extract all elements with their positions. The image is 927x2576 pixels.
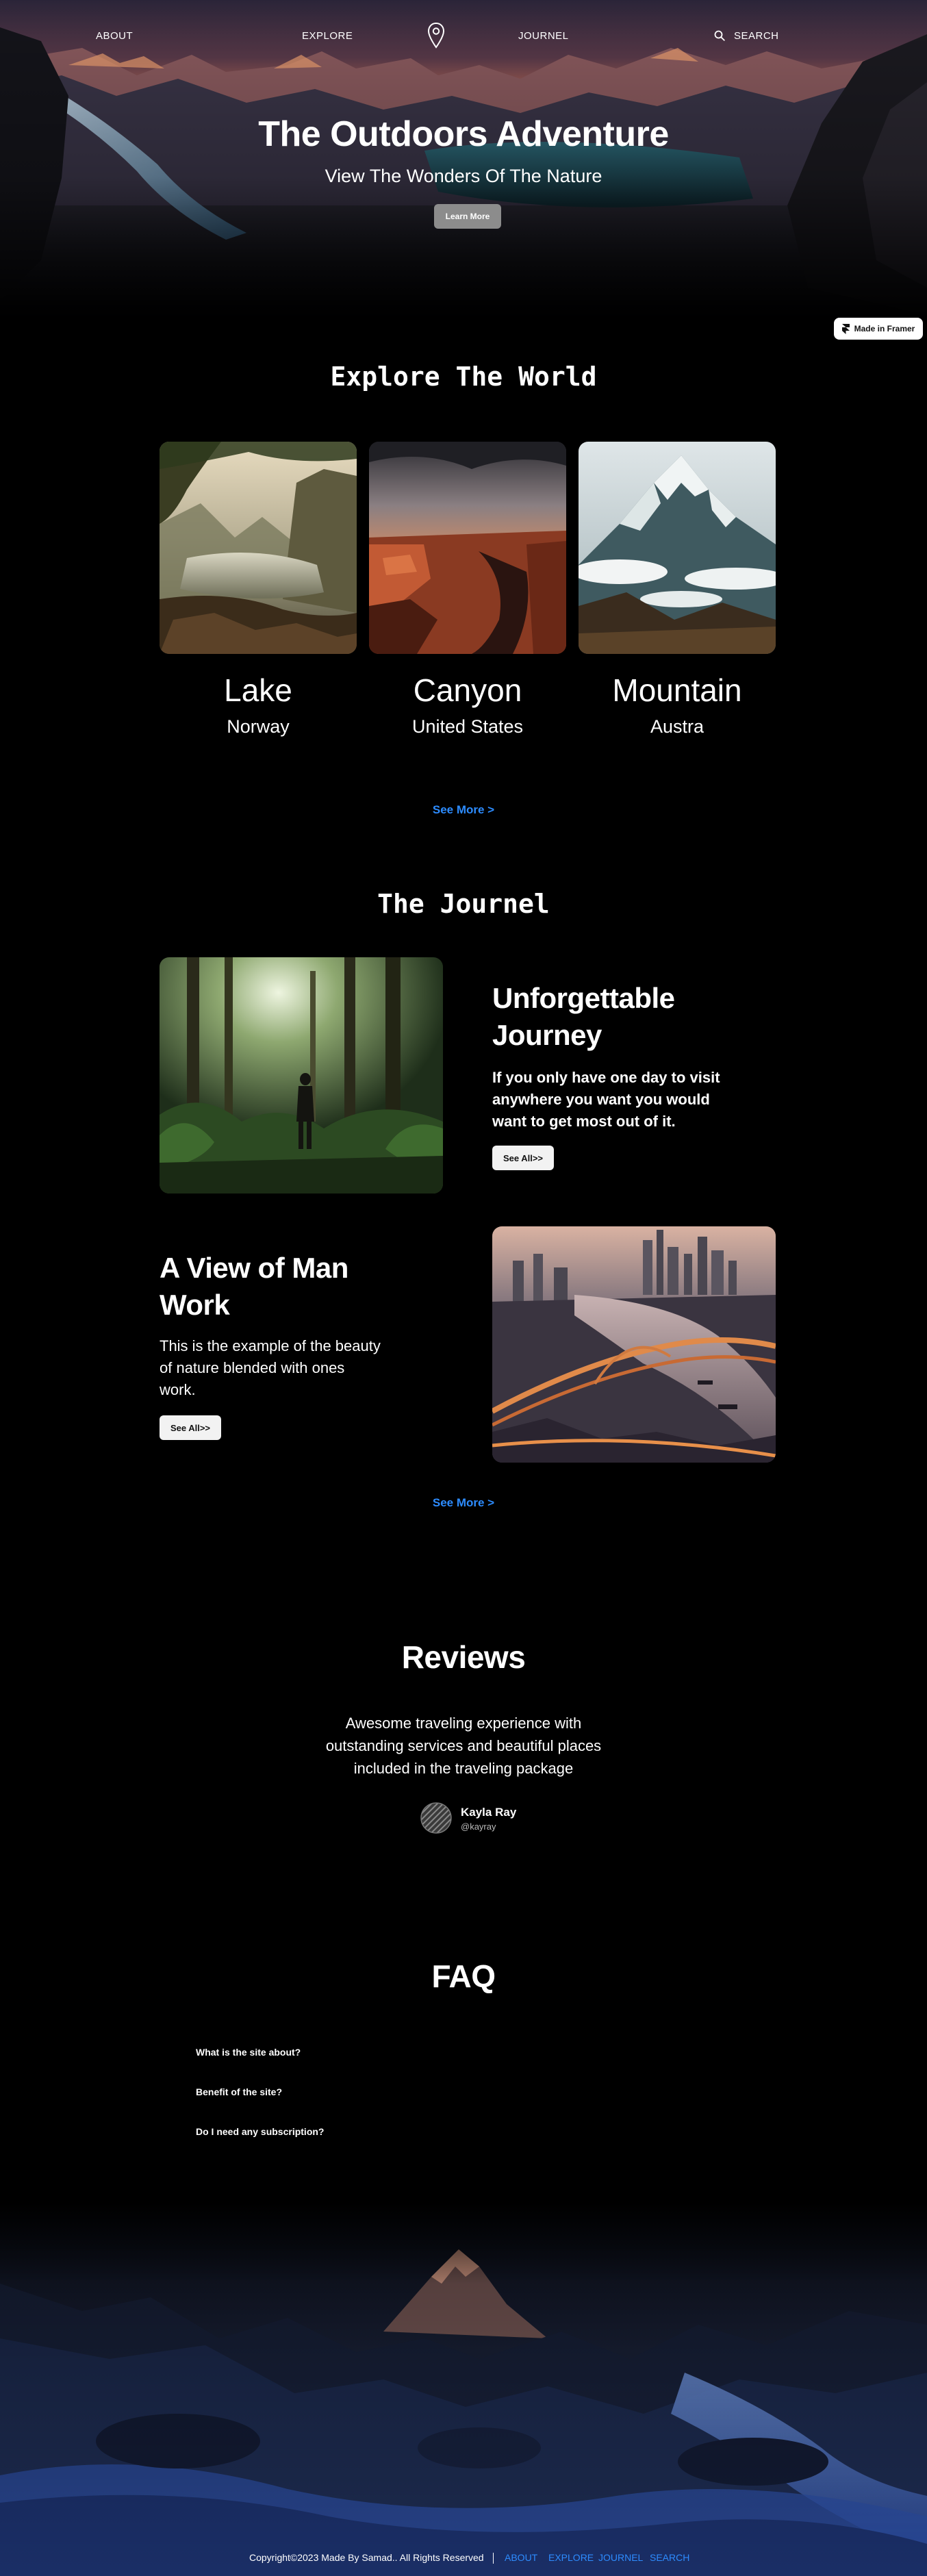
journal-see-more-link[interactable]: See More > [0,1496,927,1510]
made-in-framer-badge[interactable]: Made in Framer [834,318,923,340]
footer-journel-link[interactable]: JOURNEL [598,2552,643,2563]
man-work-text-line1: This is the example of the beauty [160,1337,381,1354]
footer-search-link[interactable]: SEARCH [650,2552,689,2563]
hero-subtitle: View The Wonders Of The Nature [325,166,602,186]
journey-see-all-button[interactable]: See All>> [492,1146,554,1170]
man-work-title-line1: A View of Man [160,1252,348,1284]
footer-explore-link[interactable]: EXPLORE [548,2552,594,2563]
faq-question[interactable]: Benefit of the site? [196,2086,282,2097]
mountain-card-image[interactable] [579,442,776,654]
lake-card-image[interactable] [160,442,357,654]
lake-card-location: Norway [227,716,290,737]
reviewer-avatar [420,1802,452,1834]
journey-title-line1: Unforgettable [492,982,675,1014]
nav-journel-link[interactable]: JOURNEL [518,30,569,42]
nav-explore-link[interactable]: EXPLORE [302,30,353,42]
man-work-text-line3: work. [160,1381,196,1398]
nav-about-link[interactable]: ABOUT [96,30,133,42]
top-nav: ABOUT EXPLORE JOURNEL SEARCH [0,0,927,72]
review-quote-line1: Awesome traveling experience with [345,1715,582,1732]
journey-text-line2: anywhere you want you would [492,1091,710,1108]
journal-heading: The Journel [377,889,550,919]
reviews-heading: Reviews [401,1639,526,1675]
footer-copyright: Copyright©2023 Made By Samad.. All Right… [249,2552,484,2563]
nav-search-link[interactable]: SEARCH [734,30,779,42]
faq-question[interactable]: What is the site about? [196,2047,301,2058]
lake-card-title: Lake [224,672,292,708]
journey-text-line1: If you only have one day to visit [492,1069,720,1086]
canyon-card-image[interactable] [369,442,566,654]
footer-about-link[interactable]: ABOUT [505,2552,537,2563]
canyon-card-location: United States [411,716,524,737]
journey-text-line3: want to get most out of it. [492,1113,676,1130]
search-icon[interactable] [714,30,725,41]
faq-question[interactable]: Do I need any subscription? [196,2126,324,2137]
map-pin-icon[interactable] [427,22,445,49]
explore-heading: Explore The World [330,362,597,392]
footer-waterfall-image [0,2201,927,2576]
reviewer-name: Kayla Ray [461,1806,517,1819]
footer-divider [493,2553,494,2564]
man-work-title-line2: Work [160,1289,230,1321]
review-quote-line2: outstanding services and beautiful place… [325,1737,602,1754]
hero-title: The Outdoors Adventure [258,114,669,154]
mountain-card-location: Austra [650,716,704,737]
reviewer-handle: @kayray [461,1821,496,1832]
learn-more-button[interactable]: Learn More [434,204,501,229]
footer-bar: Copyright©2023 Made By Samad.. All Right… [0,2552,927,2567]
city-bridge-image[interactable] [492,1226,776,1463]
canyon-card-title: Canyon [413,672,522,708]
journey-title-line2: Journey [492,1019,602,1051]
review-quote-line3: included in the traveling package [353,1760,574,1777]
hero-section: ABOUT EXPLORE JOURNEL SEARCH The Outdoor… [0,0,927,322]
man-work-text-line2: of nature blended with ones [160,1359,345,1376]
forest-journey-image[interactable] [160,957,443,1194]
framer-logo-icon [841,323,850,334]
mountain-card-title: Mountain [612,672,742,708]
explore-see-more-link[interactable]: See More > [0,803,927,817]
page: ABOUT EXPLORE JOURNEL SEARCH The Outdoor… [0,0,927,2576]
framer-badge-label: Made in Framer [854,324,915,333]
faq-heading: FAQ [431,1958,496,1994]
man-work-see-all-button[interactable]: See All>> [160,1415,221,1440]
